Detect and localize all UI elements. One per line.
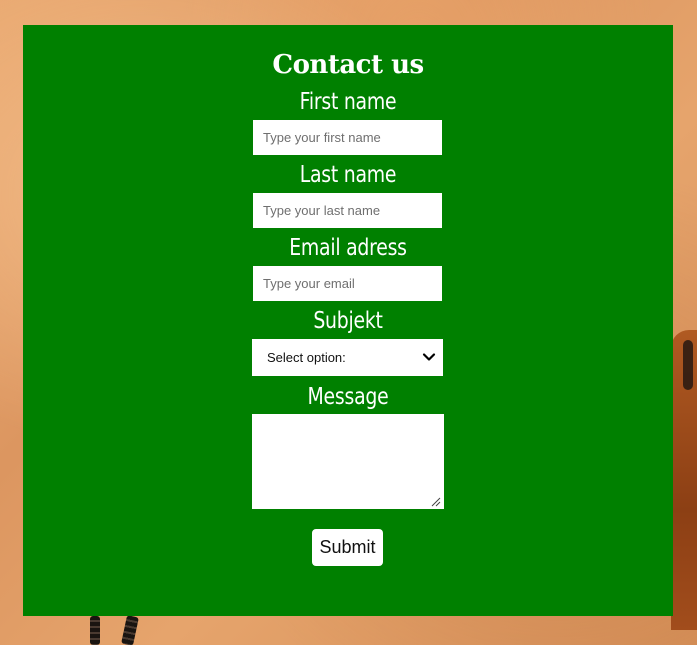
chevron-down-icon [422, 353, 436, 361]
message-label: Message [307, 384, 389, 410]
email-label: Email adress [289, 235, 407, 261]
background-decoration [121, 615, 139, 645]
first-name-input[interactable] [253, 120, 442, 155]
email-input[interactable] [253, 266, 442, 301]
message-textarea[interactable] [252, 414, 444, 509]
contact-panel: Contact us First name Last name Email ad… [23, 25, 673, 616]
last-name-input[interactable] [253, 193, 442, 228]
background-decoration [90, 616, 100, 645]
form-title: Contact us [272, 50, 424, 80]
first-name-label: First name [299, 89, 397, 115]
submit-button[interactable]: Submit [312, 529, 383, 566]
last-name-label: Last name [299, 162, 397, 188]
subject-label: Subjekt [313, 308, 383, 334]
resize-handle-icon[interactable] [431, 497, 441, 507]
background-decoration [683, 340, 693, 390]
subject-select[interactable]: Select option: [252, 339, 443, 376]
subject-select-value: Select option: [267, 350, 346, 365]
